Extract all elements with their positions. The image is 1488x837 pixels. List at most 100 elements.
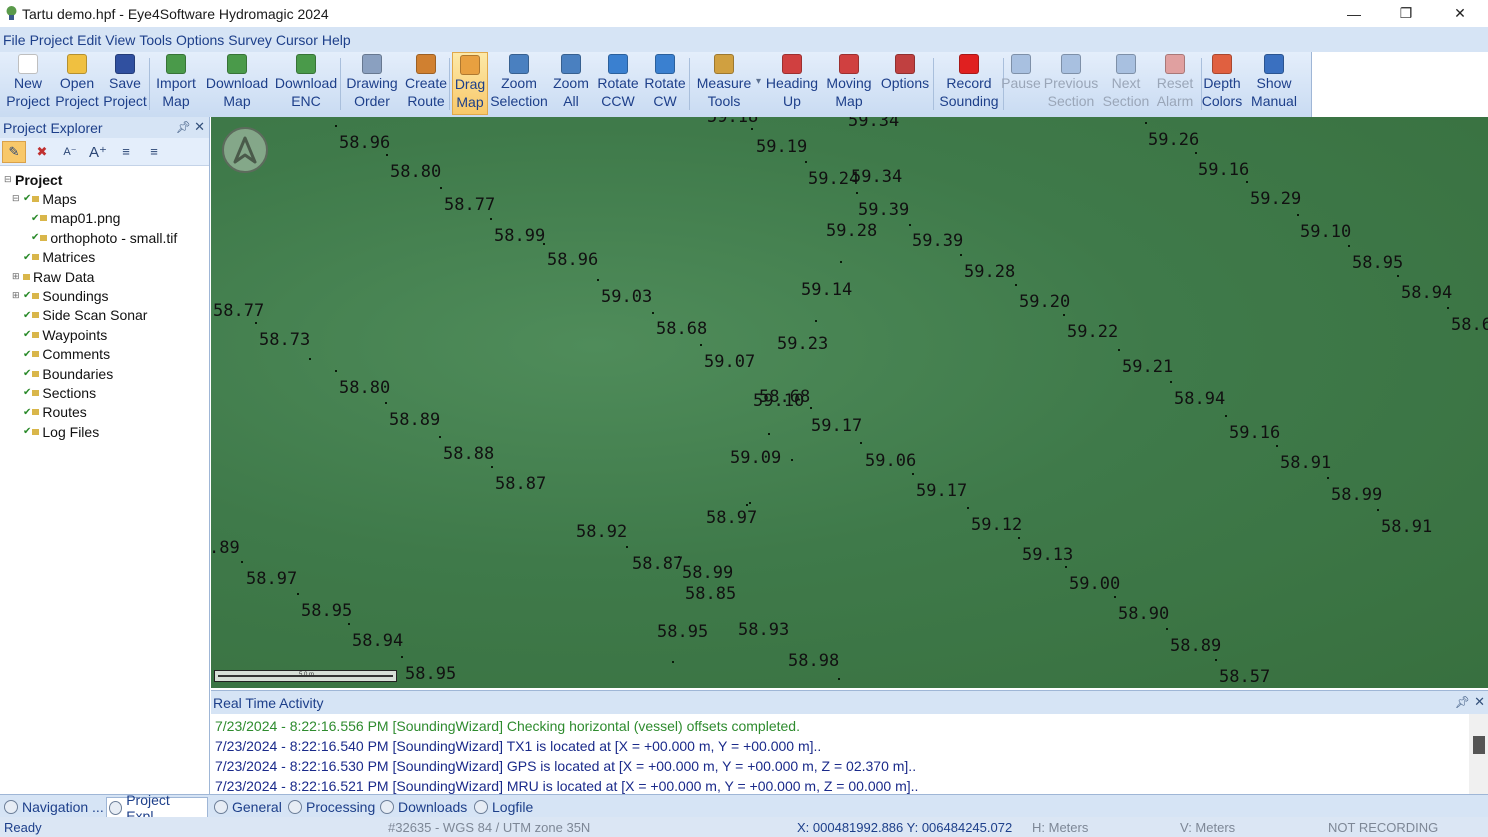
menu-file[interactable]: File [3, 32, 26, 48]
toolbar-button-new-project[interactable]: New Project [4, 52, 52, 115]
visibility-check-icon[interactable]: ✔ [23, 193, 31, 204]
visibility-check-icon[interactable]: ✔ [23, 407, 31, 418]
visibility-check-icon[interactable]: ✔ [23, 368, 31, 379]
toolbar-button-zoom-all[interactable]: Zoom All [550, 52, 592, 115]
toolbar-button-pause[interactable]: Pause [1001, 52, 1041, 115]
visibility-check-icon[interactable]: ✔ [23, 310, 31, 321]
toolbar-button-drawing-order[interactable]: Drawing Order [343, 52, 401, 115]
expand-toggle-icon[interactable]: ⊞ [12, 271, 21, 282]
edit-layer-icon[interactable]: ✎ [2, 140, 26, 163]
tree-node[interactable]: ⊟ ✔ Maps [12, 189, 77, 208]
sounding-point [652, 312, 654, 314]
tree-node[interactable]: ✔ Sections [12, 383, 96, 402]
tree-node[interactable]: ⊞ Raw Data [12, 267, 94, 286]
general-icon [214, 800, 228, 814]
tab-navigation[interactable]: Navigation ... [2, 797, 104, 817]
visibility-check-icon[interactable]: ✔ [31, 213, 39, 224]
move-down-icon[interactable]: ≡ [114, 141, 138, 163]
menu-options[interactable]: Options [176, 32, 224, 48]
create-route-icon [416, 54, 436, 74]
map-view[interactable]: 5.0 m 58.96 58.80 58.77 58.99 58.96 59.03 58.6… [211, 117, 1488, 688]
tree-node[interactable]: ✔ Boundaries [12, 364, 113, 383]
tree-node[interactable]: ⊞ ✔ Soundings [12, 286, 109, 305]
sounding-label: 59.20 [1019, 292, 1071, 312]
toolbar-button-rotate-cw[interactable]: Rotate CW [642, 52, 688, 115]
toolbar-button-previous-section[interactable]: Previous Section [1043, 52, 1099, 115]
sounding-label: 58.92 [576, 522, 628, 542]
toolbar-button-create-route[interactable]: Create Route [404, 52, 448, 115]
toolbar-button-depth-colors[interactable]: Depth Colors [1200, 52, 1244, 115]
toolbar-button-reset-alarm[interactable]: Reset Alarm [1150, 52, 1200, 115]
properties-tools-icon[interactable]: ✖ [30, 141, 54, 163]
visibility-check-icon[interactable]: ✔ [23, 329, 31, 340]
expand-toggle-icon[interactable]: ⊟ [12, 193, 21, 204]
tree-node[interactable]: ✔ orthophoto - small.tif [20, 228, 177, 247]
toolbar-button-measure-tools[interactable]: Measure Tools ▾ [691, 52, 761, 115]
sounding-point [1225, 415, 1227, 417]
tree-node[interactable]: ✔ Waypoints [12, 325, 107, 344]
toolbar-label: Open [59, 75, 95, 91]
rta-scrollbar[interactable] [1469, 714, 1488, 795]
tree-node[interactable]: ✔ Routes [12, 403, 87, 422]
menu-survey[interactable]: Survey [228, 32, 272, 48]
north-arrow-icon[interactable] [222, 127, 268, 173]
menu-help[interactable]: Help [322, 32, 351, 48]
close-button[interactable]: ✕ [1437, 0, 1483, 27]
toolbar-button-moving-map[interactable]: Moving Map [823, 52, 875, 115]
restore-button[interactable]: ❐ [1383, 0, 1429, 27]
close-panel-icon[interactable]: ✕ [194, 119, 205, 135]
menu-project[interactable]: Project [30, 32, 74, 48]
tab-downloads[interactable]: Downloads [378, 797, 470, 817]
dropdown-arrow-icon[interactable]: ▾ [756, 76, 761, 87]
tree-node[interactable]: ✔ Log Files [12, 422, 99, 441]
move-up-icon[interactable]: ≡ [142, 141, 166, 163]
font-larger-icon[interactable]: A⁺ [86, 141, 110, 163]
tab-processing[interactable]: Processing [286, 797, 376, 817]
visibility-check-icon[interactable]: ✔ [23, 349, 31, 360]
pin-icon[interactable]: 📌︎ [176, 120, 191, 134]
toolbar-button-drag-map[interactable]: Drag Map [452, 52, 488, 115]
visibility-check-icon[interactable]: ✔ [31, 232, 39, 243]
rta-scroll-thumb[interactable] [1473, 736, 1485, 754]
minimize-button[interactable]: — [1331, 0, 1377, 27]
toolbar-button-download-map[interactable]: Download Map [204, 52, 270, 115]
visibility-check-icon[interactable]: ✔ [23, 252, 31, 263]
tab-project-expl[interactable]: Project Expl... [106, 792, 208, 824]
toolbar-button-show-manual[interactable]: Show Manual [1248, 52, 1300, 115]
sounding-label: 58.88 [443, 444, 495, 464]
tab-logfile[interactable]: Logfile [472, 797, 534, 817]
toolbar-button-download-enc[interactable]: Download ENC [273, 52, 339, 115]
toolbar-button-rotate-ccw[interactable]: Rotate CCW [595, 52, 641, 115]
sounding-label: 58.73 [259, 330, 311, 350]
toolbar-button-save-project[interactable]: Save Project [102, 52, 148, 115]
toolbar-button-options[interactable]: Options [878, 52, 932, 115]
sounding-label: 59.00 [1069, 574, 1121, 594]
font-smaller-icon[interactable]: A⁻ [58, 141, 82, 163]
toolbar-button-open-project[interactable]: Open Project [54, 52, 100, 115]
expand-toggle-icon[interactable]: ⊟ [4, 174, 13, 185]
visibility-check-icon[interactable]: ✔ [23, 387, 31, 398]
toolbar-label: Rotate [644, 75, 686, 91]
toolbar-button-record-sounding[interactable]: Record Sounding [936, 52, 1002, 115]
menu-cursor[interactable]: Cursor [276, 32, 318, 48]
tab-general[interactable]: General [212, 797, 284, 817]
expand-toggle-icon[interactable]: ⊞ [12, 290, 21, 301]
visibility-check-icon[interactable]: ✔ [23, 290, 31, 301]
toolbar-button-next-section[interactable]: Next Section [1101, 52, 1151, 115]
toolbar-separator [340, 58, 341, 110]
toolbar-button-heading-up[interactable]: Heading Up [764, 52, 820, 115]
toolbar-button-zoom-selection[interactable]: Zoom Selection [489, 52, 549, 115]
tree-node[interactable]: ✔ Comments [12, 345, 110, 364]
tree-node[interactable]: ✔ Side Scan Sonar [12, 306, 147, 325]
menu-tools[interactable]: Tools [139, 32, 172, 48]
menu-view[interactable]: View [105, 32, 135, 48]
sounding-point [309, 358, 311, 360]
visibility-check-icon[interactable]: ✔ [23, 426, 31, 437]
tree-node[interactable]: ⊟ Project [4, 170, 62, 189]
toolbar-button-import-map[interactable]: Import Map [151, 52, 201, 115]
rta-pin-icon[interactable]: 📌︎ [1455, 695, 1470, 709]
tree-node[interactable]: ✔ Matrices [12, 248, 95, 267]
tree-node[interactable]: ✔ map01.png [20, 209, 120, 228]
menu-edit[interactable]: Edit [77, 32, 101, 48]
rta-close-icon[interactable]: ✕ [1474, 694, 1485, 710]
